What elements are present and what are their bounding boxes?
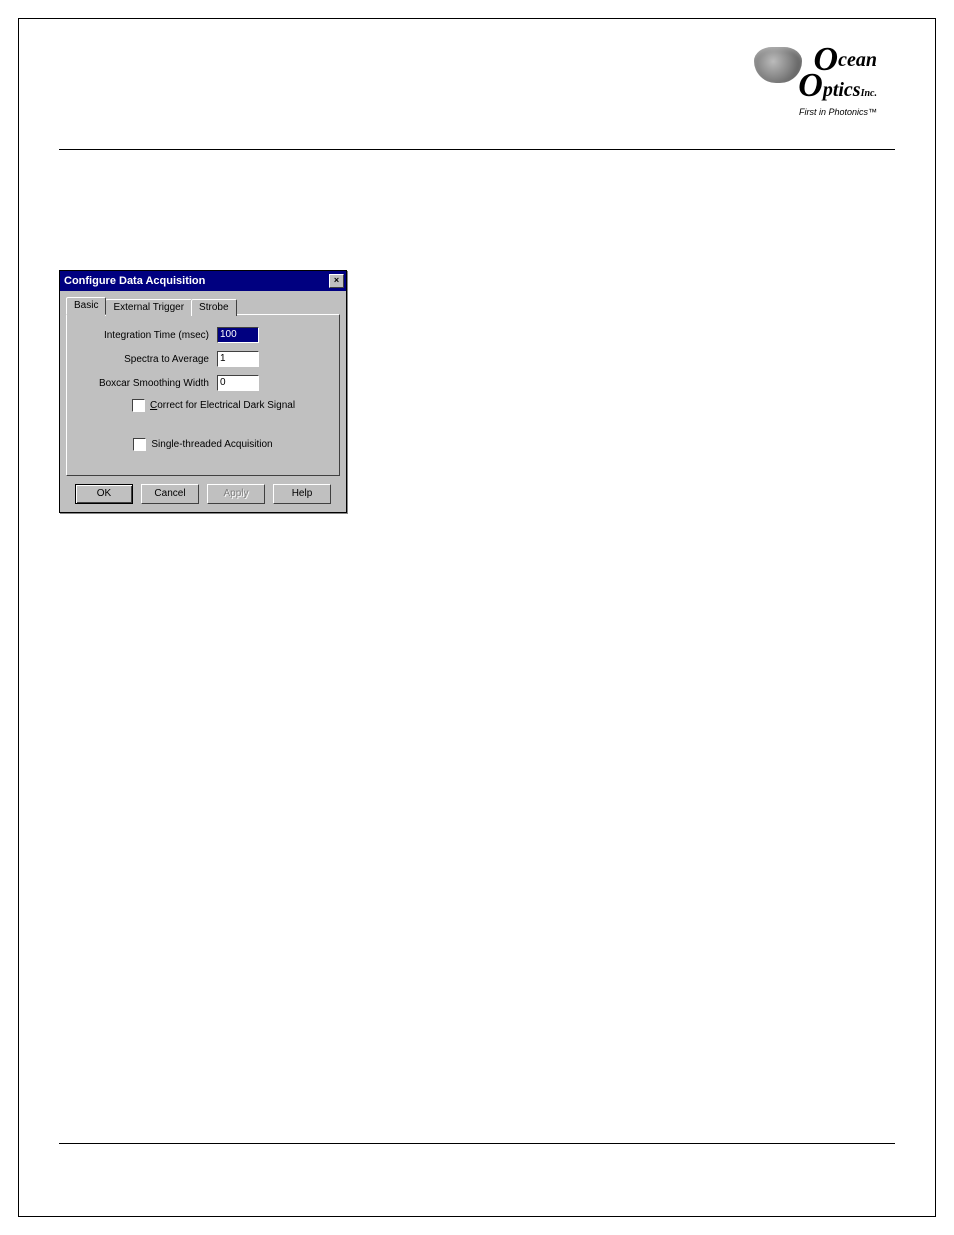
tab-strip: BasicExternal TriggerStrobe bbox=[66, 297, 340, 315]
tab-basic[interactable]: Basic bbox=[66, 297, 106, 315]
dialog-body: BasicExternal TriggerStrobe Integration … bbox=[60, 291, 346, 512]
boxcar-width-label: Boxcar Smoothing Width bbox=[77, 378, 217, 389]
dialog-titlebar[interactable]: Configure Data Acquisition × bbox=[60, 271, 346, 291]
row-boxcar-width: Boxcar Smoothing Width 0 bbox=[77, 375, 329, 391]
close-icon: × bbox=[334, 275, 339, 285]
logo-line1: cean bbox=[838, 49, 877, 71]
spectra-average-input[interactable]: 1 bbox=[217, 351, 259, 367]
row-spectra-average: Spectra to Average 1 bbox=[77, 351, 329, 367]
single-threaded-checkbox[interactable] bbox=[133, 438, 146, 451]
logo-slogan: First in Photonics™ bbox=[707, 107, 877, 117]
help-button[interactable]: Help bbox=[273, 484, 331, 504]
company-logo: Ocean OpticsInc. First in Photonics™ bbox=[707, 47, 877, 127]
boxcar-width-input[interactable]: 0 bbox=[217, 375, 259, 391]
row-integration-time: Integration Time (msec) 100 bbox=[77, 327, 329, 343]
integration-time-label: Integration Time (msec) bbox=[77, 330, 217, 341]
logo-text: Ocean OpticsInc. bbox=[798, 47, 877, 107]
integration-time-input[interactable]: 100 bbox=[217, 327, 259, 343]
logo-line2: ptics bbox=[823, 79, 861, 101]
row-correct-dark: Correct for Electrical Dark Signal bbox=[132, 399, 329, 412]
close-button[interactable]: × bbox=[329, 274, 344, 288]
page-outer: Ocean OpticsInc. First in Photonics™ Con… bbox=[0, 0, 954, 1235]
correct-dark-label: Correct for Electrical Dark Signal bbox=[150, 400, 295, 411]
header-rule bbox=[59, 149, 895, 150]
correct-dark-checkbox[interactable] bbox=[132, 399, 145, 412]
page-inner: Ocean OpticsInc. First in Photonics™ Con… bbox=[18, 18, 936, 1217]
apply-button: Apply bbox=[207, 484, 265, 504]
dialog-title: Configure Data Acquisition bbox=[64, 275, 205, 287]
configure-data-acquisition-dialog: Configure Data Acquisition × BasicExtern… bbox=[59, 270, 347, 513]
logo-row: Ocean OpticsInc. bbox=[707, 47, 877, 107]
logo-inc: Inc. bbox=[861, 88, 877, 99]
globe-icon bbox=[754, 47, 802, 83]
spectra-average-label: Spectra to Average bbox=[77, 354, 217, 365]
tab-panel-basic: Integration Time (msec) 100 Spectra to A… bbox=[66, 314, 340, 476]
cancel-button[interactable]: Cancel bbox=[141, 484, 199, 504]
ok-button[interactable]: OK bbox=[75, 484, 133, 504]
tab-strobe[interactable]: Strobe bbox=[191, 299, 236, 316]
single-threaded-label: Single-threaded Acquisition bbox=[151, 439, 272, 450]
tab-external-trigger[interactable]: External Trigger bbox=[105, 299, 192, 316]
footer-rule bbox=[59, 1143, 895, 1144]
row-single-threaded: Single-threaded Acquisition bbox=[77, 438, 329, 451]
dialog-button-row: OK Cancel Apply Help bbox=[66, 484, 340, 504]
